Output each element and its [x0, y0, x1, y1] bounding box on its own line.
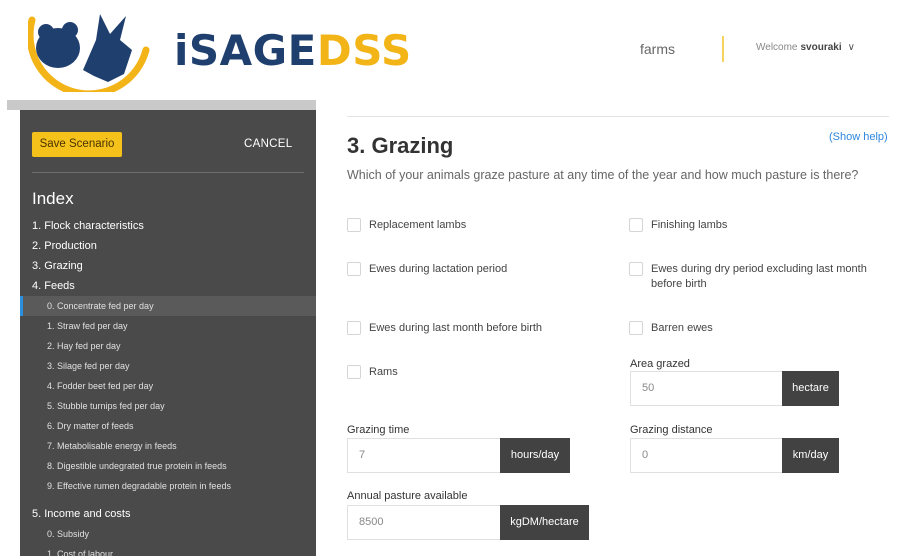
user-menu[interactable]: Welcome svouraki ∨ [756, 42, 855, 53]
save-scenario-button[interactable]: Save Scenario [32, 132, 122, 157]
username: svouraki [800, 42, 842, 53]
sidebar-divider [32, 172, 304, 173]
annual-pasture-group: 8500 kgDM/hectare [347, 505, 589, 540]
cancel-button[interactable]: CANCEL [244, 138, 292, 150]
index-menu: 1. Flock characteristics 2. Production 3… [20, 216, 316, 556]
logo-wordmark: iSAGEDSS [174, 26, 412, 75]
checkbox-label: Ewes during dry period excluding last mo… [651, 263, 867, 290]
index-item-grazing[interactable]: 3. Grazing [20, 256, 316, 276]
checkbox-box[interactable] [347, 321, 361, 335]
logo-text-main: iSAGE [174, 26, 317, 75]
area-grazed-group: 50 hectare [630, 371, 839, 406]
grazing-distance-input[interactable]: 0 [630, 438, 782, 473]
area-grazed-input[interactable]: 50 [630, 371, 782, 406]
index-item-feeds[interactable]: 4. Feeds [20, 276, 316, 296]
grazing-time-input[interactable]: 7 [347, 438, 500, 473]
checkbox-label: Barren ewes [651, 322, 713, 334]
logo-emblem-icon [26, 14, 150, 98]
index-subitem-rumen-protein[interactable]: 9. Effective rumen degradable protein in… [20, 476, 316, 496]
page-title: 3. Grazing [347, 133, 454, 158]
checkbox-box[interactable] [629, 321, 643, 335]
index-subitem-stubble-turnips[interactable]: 5. Stubble turnips fed per day [20, 396, 316, 416]
annual-pasture-input[interactable]: 8500 [347, 505, 500, 540]
checkbox-ewes-last-month[interactable]: Ewes during last month before birth [347, 321, 542, 336]
index-subitem-cost-of-labour[interactable]: 1. Cost of labour [20, 544, 316, 556]
grazing-question: Which of your animals graze pasture at a… [347, 168, 859, 182]
index-subitem-straw[interactable]: 1. Straw fed per day [20, 316, 316, 336]
checkbox-barren-ewes[interactable]: Barren ewes [629, 321, 713, 336]
annual-pasture-label: Annual pasture available [347, 490, 468, 502]
index-subitem-digestible-protein[interactable]: 8. Digestible undegrated true protein in… [20, 456, 316, 476]
checkbox-box[interactable] [347, 262, 361, 276]
nav-divider [722, 36, 724, 62]
sidebar: Save Scenario CANCEL Index 1. Flock char… [20, 110, 316, 556]
checkbox-ewes-dry-period[interactable]: Ewes during dry period excluding last mo… [629, 262, 881, 292]
welcome-label: Welcome [756, 42, 798, 53]
checkbox-label: Replacement lambs [369, 219, 467, 231]
checkbox-replacement-lambs[interactable]: Replacement lambs [347, 218, 466, 233]
grazing-time-label: Grazing time [347, 424, 410, 436]
area-grazed-unit: hectare [782, 371, 839, 406]
index-item-flock-characteristics[interactable]: 1. Flock characteristics [20, 216, 316, 236]
index-subitem-concentrate[interactable]: 0. Concentrate fed per day [20, 296, 316, 316]
main-top-divider [347, 116, 889, 117]
chevron-down-icon: ∨ [847, 42, 855, 53]
grazing-time-unit: hours/day [500, 438, 570, 473]
grazing-distance-group: 0 km/day [630, 438, 839, 473]
checkbox-finishing-lambs[interactable]: Finishing lambs [629, 218, 727, 233]
index-subitem-subsidy[interactable]: 0. Subsidy [20, 524, 316, 544]
sidebar-top-strip [7, 100, 316, 110]
checkbox-label: Rams [369, 366, 398, 378]
checkbox-box[interactable] [347, 365, 361, 379]
checkbox-box[interactable] [347, 218, 361, 232]
index-subitem-hay[interactable]: 2. Hay fed per day [20, 336, 316, 356]
annual-pasture-unit: kgDM/hectare [500, 505, 589, 540]
checkbox-box[interactable] [629, 218, 643, 232]
checkbox-label: Ewes during last month before birth [369, 322, 543, 334]
show-help-link[interactable]: (Show help) [829, 131, 888, 143]
index-subitem-fodder-beet[interactable]: 4. Fodder beet fed per day [20, 376, 316, 396]
nav-farms-link[interactable]: farms [640, 41, 675, 57]
index-title: Index [32, 189, 74, 208]
index-subitem-dry-matter[interactable]: 6. Dry matter of feeds [20, 416, 316, 436]
isagedss-logo[interactable]: iSAGEDSS [26, 10, 411, 98]
grazing-distance-label: Grazing distance [630, 424, 713, 436]
grazing-time-group: 7 hours/day [347, 438, 570, 473]
checkbox-rams[interactable]: Rams [347, 365, 398, 380]
index-item-production[interactable]: 2. Production [20, 236, 316, 256]
logo-text-accent: DSS [316, 26, 412, 75]
checkbox-ewes-lactation[interactable]: Ewes during lactation period [347, 262, 507, 277]
index-subitem-metabolisable-energy[interactable]: 7. Metabolisable energy in feeds [20, 436, 316, 456]
index-item-income-costs[interactable]: 5. Income and costs [20, 504, 316, 524]
checkbox-box[interactable] [629, 262, 643, 276]
area-grazed-label: Area grazed [630, 358, 690, 370]
grazing-distance-unit: km/day [782, 438, 839, 473]
checkbox-label: Finishing lambs [651, 219, 728, 231]
checkbox-label: Ewes during lactation period [369, 263, 508, 275]
index-subitem-silage[interactable]: 3. Silage fed per day [20, 356, 316, 376]
